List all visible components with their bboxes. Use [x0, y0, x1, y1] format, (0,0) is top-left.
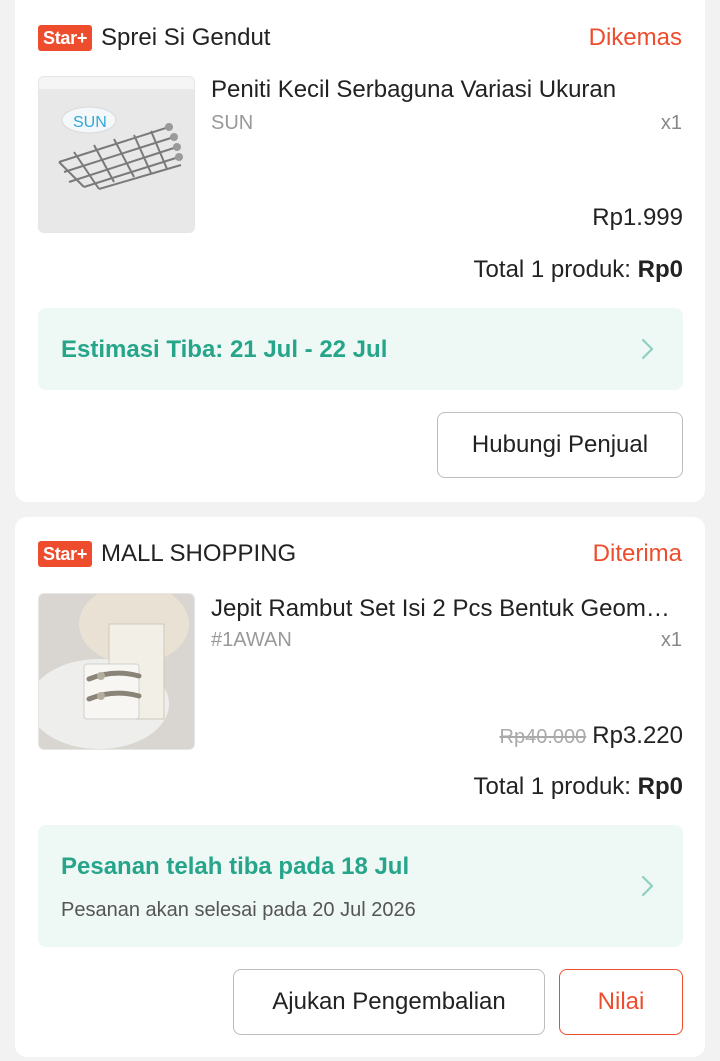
total-value: Rp0: [637, 773, 683, 800]
contact-seller-button[interactable]: Hubungi Penjual: [437, 412, 683, 478]
order-card[interactable]: Star+ MALL SHOPPING Diterima Jepit Rambu…: [15, 517, 705, 1057]
price-row: Rp1.999: [592, 204, 683, 232]
delivery-status-text: Pesanan telah tiba pada 18 Jul: [61, 853, 410, 880]
shop-name[interactable]: Sprei Si Gendut: [101, 24, 270, 52]
hair-clip-image: [39, 594, 194, 749]
order-card[interactable]: Star+ Sprei Si Gendut Dikemas SUN Peniti…: [15, 0, 705, 502]
completion-note: Pesanan akan selesai pada 20 Jul 2026: [61, 899, 416, 921]
delivery-estimate-text: Estimasi Tiba: 21 Jul - 22 Jul: [61, 336, 388, 363]
product-price: Rp1.999: [592, 204, 683, 231]
order-total: Total 1 produk: Rp0: [474, 256, 683, 284]
chevron-right-icon: [641, 338, 654, 360]
product-variant: #1AWAN: [211, 629, 292, 651]
shop-header: Star+ Sprei Si Gendut Dikemas: [38, 23, 682, 53]
delivery-estimate-box[interactable]: Estimasi Tiba: 21 Jul - 22 Jul: [38, 308, 683, 390]
total-label: Total 1 produk:: [473, 773, 631, 800]
star-plus-badge: Star+: [38, 25, 93, 51]
order-status: Diterima: [592, 540, 682, 567]
product-price: Rp3.220: [592, 722, 683, 749]
product-quantity: x1: [660, 112, 682, 134]
shop-name[interactable]: MALL SHOPPING: [101, 540, 296, 568]
rate-button[interactable]: Nilai: [559, 969, 683, 1035]
product-name[interactable]: Peniti Kecil Serbaguna Variasi Ukuran: [211, 76, 682, 104]
thumb-label: SUN: [73, 114, 107, 131]
shop-header: Star+ MALL SHOPPING Diterima: [38, 539, 682, 569]
safety-pins-image: SUN: [39, 77, 194, 232]
product-variant: SUN: [211, 112, 254, 134]
total-label: Total 1 produk:: [473, 256, 631, 283]
star-plus-badge: Star+: [38, 541, 93, 567]
order-status: Dikemas: [588, 24, 682, 51]
product-thumbnail[interactable]: [38, 593, 195, 750]
delivery-status-box[interactable]: Pesanan telah tiba pada 18 Jul Pesanan a…: [38, 825, 683, 947]
original-price: Rp40.000: [499, 726, 587, 748]
order-total: Total 1 produk: Rp0: [474, 773, 683, 801]
request-return-button[interactable]: Ajukan Pengembalian: [233, 969, 545, 1035]
product-thumbnail[interactable]: SUN: [38, 76, 195, 233]
total-value: Rp0: [637, 256, 683, 283]
product-name[interactable]: Jepit Rambut Set Isi 2 Pcs Bentuk Geomet…: [211, 595, 682, 623]
price-row: Rp40.000 Rp3.220: [500, 722, 684, 750]
product-quantity: x1: [660, 629, 682, 651]
chevron-right-icon: [641, 875, 654, 897]
